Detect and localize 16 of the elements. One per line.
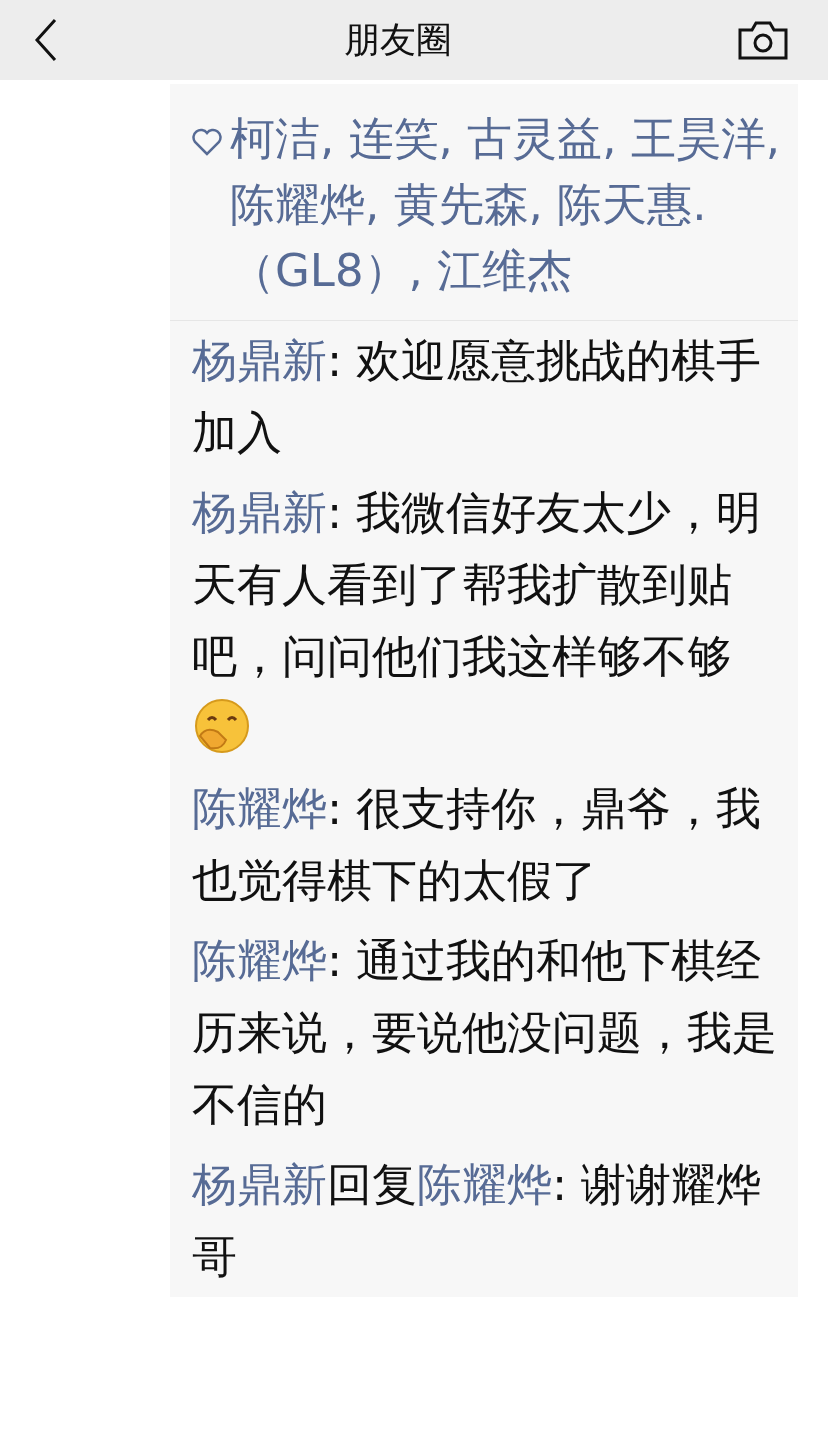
comment: 杨鼎新: 欢迎愿意挑战的棋手加入 (191, 333, 763, 461)
comment: 杨鼎新回复陈耀烨: 谢谢耀烨哥 (191, 1157, 763, 1285)
comment: 陈耀烨: 很支持你，鼎爷，我也觉得棋下的太假了 (191, 781, 763, 909)
page-title: 朋友圈 (344, 17, 452, 62)
comment-author[interactable]: 陈耀烨 (192, 782, 327, 835)
heart-icon (192, 128, 222, 156)
reply-target[interactable]: 陈耀烨 (417, 1158, 552, 1211)
back-icon[interactable] (34, 18, 58, 62)
comment-author[interactable]: 杨鼎新 (192, 334, 327, 387)
comment-author[interactable]: 陈耀烨 (192, 934, 327, 987)
liker-names: 柯洁, 连笑, 古灵益, 王昊洋, 陈耀烨, 黄先森, 陈天惠.（GL8）, 江维杰 (230, 111, 782, 299)
comment-author[interactable]: 杨鼎新 (192, 1158, 327, 1211)
comment-author[interactable]: 杨鼎新 (192, 486, 327, 539)
comment: 杨鼎新: 我微信好友太少，明天有人看到了帮我扩散到贴吧，问问他们我这样够不够 (170, 473, 798, 769)
camera-icon[interactable] (738, 20, 788, 60)
comment: 陈耀烨: 通过我的和他下棋经历来说，要说他没问题，我是不信的 (191, 933, 778, 1133)
